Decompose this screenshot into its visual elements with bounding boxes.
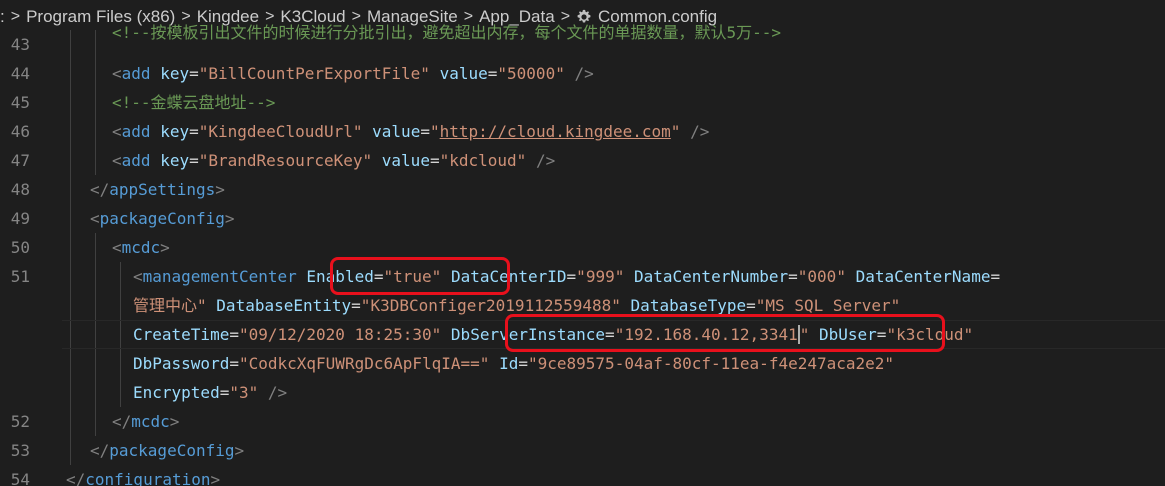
code-line: 49 <packageConfig> (0, 204, 1165, 233)
tag-name: add (121, 64, 151, 83)
line-number: 52 (10, 412, 30, 431)
attr-value: K3DBConfiger2019112559488 (370, 296, 612, 315)
url-link[interactable]: http://cloud.kingdee.com (440, 122, 671, 141)
code-content: </configuration> (66, 465, 220, 486)
code-content: <add key="BillCountPerExportFile" value=… (112, 64, 594, 83)
code-line: 46 <add key="KingdeeCloudUrl" value="htt… (0, 117, 1165, 146)
indent-guide (70, 204, 71, 233)
code-content: <packageConfig> (90, 209, 235, 228)
indent-guide (95, 59, 96, 88)
indent-guide (95, 30, 96, 59)
comment: <!--按模板引出文件的时候进行分批引出，避免超出内存，每个文件的单据数量，默认… (112, 23, 782, 42)
indent-guide (70, 117, 71, 146)
code-line: 53 </packageConfig> (0, 436, 1165, 465)
indent-guide (95, 233, 96, 262)
indent-guide (95, 146, 96, 175)
attr-name: value (439, 64, 488, 83)
code-line: 51 <managementCenter Enabled="true" Data… (0, 257, 1165, 407)
attr-name: key (160, 122, 190, 141)
code-line: 47 <add key="BrandResourceKey" value="kd… (0, 146, 1165, 175)
tag-name: appSettings (109, 180, 216, 199)
code-content: </mcdc> (112, 412, 180, 431)
attr-value: BrandResourceKey (208, 151, 363, 170)
attr-value: CodkcXqFUWRgDc6ApFlqIA== (248, 354, 480, 373)
indent-guide (95, 407, 96, 436)
attr-value: 192.168.40.12,3341 (624, 325, 798, 344)
tag-name: packageConfig (99, 209, 225, 228)
code-content: </packageConfig> (90, 441, 245, 460)
code-line: 50 <mcdc> (0, 233, 1165, 262)
line-number: 48 (10, 180, 30, 199)
line-number: 51 (10, 267, 30, 286)
line-number: 53 (10, 441, 30, 460)
code-line: 45 <!--金蝶云盘地址--> (0, 88, 1165, 117)
attr-name: value (372, 122, 421, 141)
tag-name: mcdc (121, 238, 161, 257)
indent-guide (70, 175, 71, 204)
attr-value: 3 (238, 383, 249, 402)
attr-name: key (160, 64, 190, 83)
attr-value: kdcloud (449, 151, 517, 170)
indent-guide (95, 88, 96, 117)
code-line: 54 </configuration> (0, 465, 1165, 486)
indent-guide (70, 407, 71, 436)
tag-name: mcdc (131, 412, 170, 431)
indent-guide (70, 59, 71, 88)
tag-name: add (121, 151, 151, 170)
tag-name: managementCenter (142, 267, 297, 286)
comment: <!--金蝶云盘地址--> (112, 93, 276, 112)
attr-value: true (393, 267, 432, 286)
line-number: 54 (10, 470, 30, 486)
code-line: 48 </appSettings> (0, 175, 1165, 204)
code-content: <!--金蝶云盘地址--> (112, 88, 275, 117)
attr-value: 9ce89575-04af-80cf-11ea-f4e247aca2e2 (537, 354, 885, 373)
indent-guide (70, 146, 71, 175)
attr-value: 50000 (507, 64, 556, 83)
breadcrumb-item[interactable]: : (0, 7, 5, 27)
attr-value: 999 (585, 267, 615, 286)
attr-name: key (160, 151, 190, 170)
line-number: 43 (10, 35, 30, 54)
indent-guide (70, 233, 71, 262)
code-editor[interactable]: : > Program Files (x86) > Kingdee > K3Cl… (0, 0, 1165, 486)
attr-value: BillCountPerExportFile (208, 64, 421, 83)
attr-name: value (381, 151, 430, 170)
line-number: 45 (10, 93, 30, 112)
code-content: <add key="KingdeeCloudUrl" value="http:/… (112, 122, 710, 141)
code-content: </appSettings> (90, 180, 225, 199)
code-content: <!--按模板引出文件的时候进行分批引出，避免超出内存，每个文件的单据数量，默认… (112, 18, 781, 47)
attr-value: k3cloud (896, 325, 964, 344)
attr-value: 000 (807, 267, 837, 286)
indent-guide (70, 436, 71, 465)
code-content: Encrypted="3" /> (133, 383, 288, 402)
indent-guide (70, 30, 71, 59)
code-content: CreateTime="09/12/2020 18:25:30" DbServe… (133, 325, 974, 344)
code-content: <mcdc> (112, 238, 170, 257)
attr-value: 09/12/2020 18:25:30 (248, 325, 432, 344)
code-line: 43 <!--按模板引出文件的时候进行分批引出，避免超出内存，每个文件的单据数量… (0, 23, 1165, 59)
code-area[interactable]: 43 <!--按模板引出文件的时候进行分批引出，避免超出内存，每个文件的单据数量… (0, 23, 1165, 486)
code-line: 44 <add key="BillCountPerExportFile" val… (0, 59, 1165, 88)
attr-value: MS_SQL_Server (765, 296, 891, 315)
attr-value: 管理中心 (133, 296, 198, 315)
code-content: 管理中心" DatabaseEntity="K3DBConfiger201911… (133, 296, 901, 315)
code-content: <managementCenter Enabled="true" DataCen… (133, 267, 1001, 286)
code-line: 52 </mcdc> (0, 407, 1165, 436)
breadcrumb-separator: > (10, 8, 21, 25)
indent-guide (70, 88, 71, 117)
code-content: DbPassword="CodkcXqFUWRgDc6ApFlqIA==" Id… (133, 354, 895, 373)
indent-guide (95, 117, 96, 146)
line-number: 47 (10, 151, 30, 170)
line-number: 49 (10, 209, 30, 228)
tag-name: configuration (85, 470, 211, 486)
line-number: 46 (10, 122, 30, 141)
tag-name: add (121, 122, 151, 141)
attr-value: KingdeeCloudUrl (208, 122, 353, 141)
line-number: 50 (10, 238, 30, 257)
code-content: <add key="BrandResourceKey" value="kdclo… (112, 151, 556, 170)
line-number: 44 (10, 64, 30, 83)
tag-name: packageConfig (109, 441, 235, 460)
